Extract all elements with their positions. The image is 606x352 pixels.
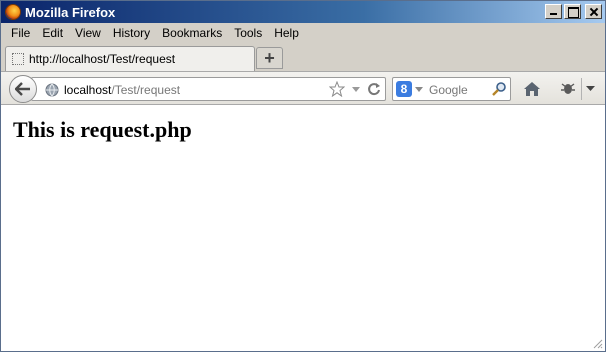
engine-dropdown-icon[interactable] — [415, 87, 423, 93]
browser-window: Mozilla Firefox File Edit View History B… — [0, 0, 606, 352]
menu-edit[interactable]: Edit — [36, 26, 69, 40]
menu-view[interactable]: View — [69, 26, 107, 40]
menu-bookmarks[interactable]: Bookmarks — [156, 26, 228, 40]
page-favicon-icon — [12, 53, 24, 65]
title-bar: Mozilla Firefox — [1, 1, 605, 23]
window-title: Mozilla Firefox — [25, 4, 116, 20]
resize-grip-icon[interactable] — [591, 337, 603, 349]
search-icon[interactable] — [491, 81, 507, 97]
search-placeholder: Google — [429, 83, 468, 97]
url-text: localhost/Test/request — [64, 83, 180, 97]
addon-icon[interactable] — [559, 80, 577, 96]
globe-icon — [45, 83, 59, 97]
url-host: localhost — [64, 83, 112, 97]
tab-title: http://localhost/Test/request — [29, 52, 176, 66]
home-icon[interactable] — [523, 81, 541, 97]
menu-help[interactable]: Help — [268, 26, 305, 40]
close-button[interactable] — [585, 4, 602, 19]
minimize-button[interactable] — [545, 4, 562, 19]
menu-file[interactable]: File — [5, 26, 36, 40]
url-bar-icons — [329, 81, 381, 97]
search-engine-icon[interactable]: 8 — [396, 81, 412, 97]
search-bar[interactable]: 8 Google — [392, 77, 511, 101]
reload-icon[interactable] — [367, 81, 381, 97]
tab-strip: http://localhost/Test/request + — [1, 43, 605, 71]
firefox-logo-icon — [5, 4, 21, 20]
toolbar-separator — [581, 78, 582, 100]
maximize-button[interactable] — [564, 4, 581, 19]
back-button[interactable] — [9, 75, 37, 103]
back-arrow-icon — [15, 82, 30, 96]
menu-history[interactable]: History — [107, 26, 156, 40]
page-heading: This is request.php — [13, 117, 192, 142]
navigation-toolbar: localhost/Test/request 8 Google — [1, 71, 605, 105]
bookmark-star-icon[interactable] — [329, 81, 345, 97]
menu-bar: File Edit View History Bookmarks Tools H… — [1, 23, 605, 43]
history-dropdown-icon[interactable] — [351, 81, 361, 97]
chevron-down-icon[interactable] — [586, 86, 595, 92]
page-content: This is request.php — [1, 105, 605, 351]
new-tab-button[interactable]: + — [256, 47, 283, 69]
menu-tools[interactable]: Tools — [228, 26, 268, 40]
url-bar[interactable]: localhost/Test/request — [31, 77, 386, 101]
window-controls — [545, 4, 602, 19]
tab-request[interactable]: http://localhost/Test/request — [5, 46, 255, 71]
url-path: /Test/request — [111, 83, 181, 97]
